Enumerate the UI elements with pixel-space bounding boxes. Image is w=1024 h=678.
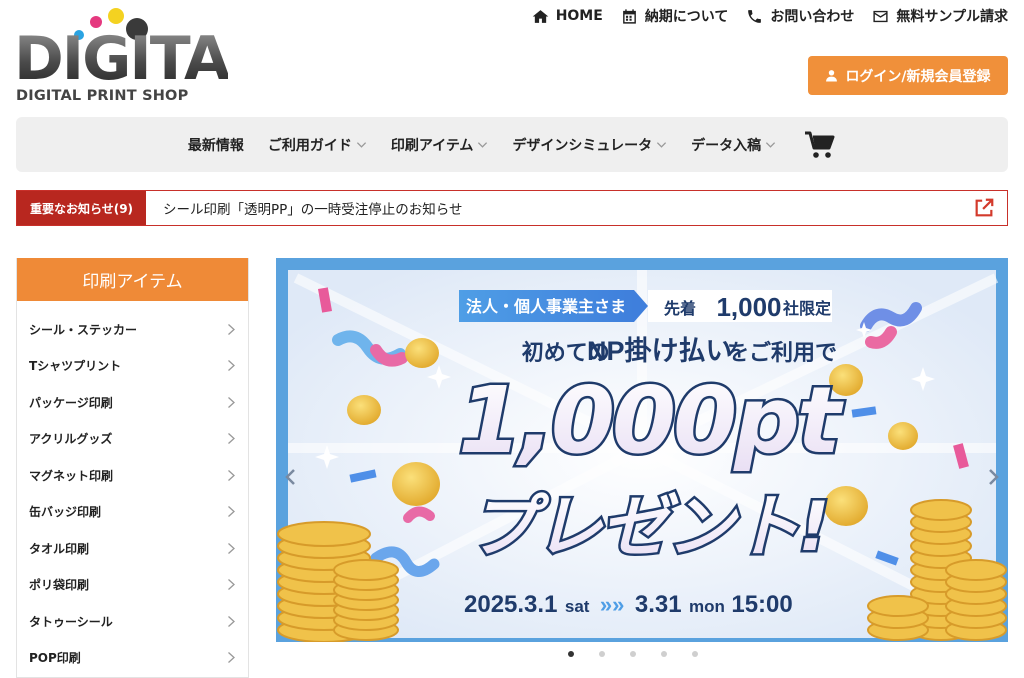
sidebar-item[interactable]: 缶バッジ印刷: [17, 494, 248, 531]
chevron-down-icon: [478, 142, 488, 148]
notice-tag[interactable]: 重要なお知らせ(9): [17, 191, 146, 225]
sidebar-item-label: アクリルグッズ: [29, 432, 113, 447]
topnav-label: 無料サンプル請求: [896, 9, 1008, 25]
nav-data-submit[interactable]: データ入稿: [691, 135, 776, 155]
banner-pill-prefix: 先着: [664, 299, 696, 318]
topnav-delivery[interactable]: 納期について: [621, 6, 729, 26]
sidebar-item-label: シール・ステッカー: [29, 322, 138, 337]
phone-icon: [748, 9, 762, 23]
login-register-button[interactable]: ログイン/新規会員登録: [808, 56, 1008, 95]
banner-date-end: 3.31: [635, 591, 682, 618]
topnav-contact[interactable]: お問い合わせ: [746, 6, 854, 26]
sidebar-item-label: パッケージ印刷: [29, 395, 113, 410]
sidebar-item[interactable]: Tシャツプリント: [17, 348, 248, 385]
topnav-label: 納期について: [644, 9, 729, 25]
carousel-dot[interactable]: [630, 651, 636, 657]
carousel-dot[interactable]: [661, 651, 667, 657]
nav-label: データ入稿: [691, 137, 762, 154]
promo-banner[interactable]: 法人・個人事業主さま 先着 1,000 社限定 初めての NP掛け払い をご利用…: [276, 258, 1008, 642]
external-link-icon[interactable]: [973, 197, 995, 219]
sidebar-item[interactable]: マグネット印刷: [17, 457, 248, 494]
login-label: ログイン/新規会員登録: [845, 68, 991, 85]
sidebar-item-label: マグネット印刷: [29, 468, 114, 483]
svg-text:初めての NP掛け払い をご利用で: 初めての NP掛け払い をご利用で: [522, 336, 837, 366]
main-nav: 最新情報 ご利用ガイド 印刷アイテム デザインシミュレータ データ入稿: [16, 117, 1008, 172]
sidebar-item[interactable]: アクリルグッズ: [17, 421, 248, 458]
banner-present: プレゼント!: [468, 488, 827, 567]
carousel-dot[interactable]: [692, 651, 698, 657]
sidebar-item-label: タトゥーシール: [29, 614, 113, 629]
nav-label: 最新情報: [187, 137, 244, 154]
nav-news[interactable]: 最新情報: [188, 135, 244, 155]
banner-headline-c: をご利用で: [727, 340, 837, 365]
logo-wordmark: DIGITA: [14, 24, 230, 94]
sidebar-title: 印刷アイテム: [17, 258, 248, 301]
chevron-right-icon: [228, 469, 235, 481]
nav-guide[interactable]: ご利用ガイド: [268, 135, 367, 155]
sidebar-item-label: Tシャツプリント: [29, 359, 122, 374]
sidebar-item[interactable]: パッケージ印刷: [17, 384, 248, 421]
sidebar-item[interactable]: POP印刷: [17, 640, 248, 677]
home-icon: [532, 9, 548, 23]
promo-banner-art: 法人・個人事業主さま 先着 1,000 社限定 初めての NP掛け払い をご利用…: [277, 270, 1007, 642]
sidebar-item[interactable]: シール・ステッカー: [17, 311, 248, 348]
carousel-dot[interactable]: [599, 651, 605, 657]
site-logo[interactable]: DIGITA DIGITAL PRINT SHOP: [14, 8, 230, 108]
chevron-right-icon: [228, 360, 235, 372]
logo-tagline: DIGITAL PRINT SHOP: [16, 88, 189, 104]
sidebar-item[interactable]: ポリ袋印刷: [17, 567, 248, 604]
carousel-next-icon[interactable]: [986, 468, 1000, 486]
mail-icon: [873, 10, 888, 22]
nav-label: デザインシミュレータ: [512, 137, 653, 154]
nav-design-simulator[interactable]: デザインシミュレータ: [512, 135, 667, 155]
chevron-down-icon: [657, 142, 667, 148]
banner-headline-b: NP掛け払い: [587, 336, 733, 366]
nav-label: 印刷アイテム: [390, 137, 474, 154]
notice-link[interactable]: シール印刷「透明PP」の一時受注停止のお知らせ: [146, 198, 973, 218]
sidebar-list: シール・ステッカー Tシャツプリント パッケージ印刷 アクリルグッズ マグネット…: [17, 301, 248, 676]
banner-date-end-day: mon: [689, 597, 725, 616]
chevron-down-icon: [356, 142, 366, 148]
chevron-right-icon: [228, 652, 235, 664]
chevron-right-icon: [228, 323, 235, 335]
banner-pill-suffix: 社限定: [782, 299, 831, 318]
nav-print-items[interactable]: 印刷アイテム: [391, 135, 489, 155]
print-items-sidebar: 印刷アイテム シール・ステッカー Tシャツプリント パッケージ印刷 アクリルグッ…: [16, 258, 249, 678]
banner-date-start-day: sat: [565, 597, 590, 616]
nav-label: ご利用ガイド: [267, 137, 352, 154]
user-icon: [826, 70, 838, 82]
banner-points: 1,000pt: [458, 367, 844, 474]
cart-icon[interactable]: [804, 130, 836, 160]
chevron-right-icon: [228, 579, 235, 591]
carousel-prev-icon[interactable]: [284, 468, 298, 486]
topnav-label: HOME: [555, 8, 603, 24]
sidebar-item-label: POP印刷: [29, 651, 81, 666]
banner-date-start: 2025.3.1: [464, 591, 557, 618]
carousel-dots: [568, 651, 698, 657]
carousel-dot[interactable]: [568, 651, 574, 657]
sidebar-item[interactable]: タオル印刷: [17, 530, 248, 567]
chevron-right-icon: [228, 615, 235, 627]
important-notice-bar: 重要なお知らせ(9) シール印刷「透明PP」の一時受注停止のお知らせ: [16, 190, 1008, 226]
sidebar-item-label: 缶バッジ印刷: [29, 505, 102, 520]
sidebar-item[interactable]: タトゥーシール: [17, 603, 248, 640]
topnav-sample[interactable]: 無料サンプル請求: [872, 6, 1008, 26]
topnav-home[interactable]: HOME: [532, 8, 603, 25]
chevron-right-icon: [228, 542, 235, 554]
banner-pill-number: 1,000: [716, 292, 781, 322]
chevron-right-icon: [228, 396, 235, 408]
sidebar-item-label: タオル印刷: [29, 541, 90, 556]
banner-date-sep: »»: [600, 592, 624, 617]
topnav-label: お問い合わせ: [770, 9, 855, 25]
sidebar-item-label: ポリ袋印刷: [29, 578, 90, 593]
chevron-down-icon: [766, 142, 776, 148]
chevron-right-icon: [228, 506, 235, 518]
banner-pill-left: 法人・個人事業主さま: [466, 297, 626, 316]
chevron-right-icon: [228, 433, 235, 445]
utility-nav: HOME 納期について お問い合わせ 無料サンプル請求: [532, 6, 1008, 26]
calendar-icon: [622, 8, 636, 24]
banner-date-end-time: 15:00: [731, 591, 792, 618]
